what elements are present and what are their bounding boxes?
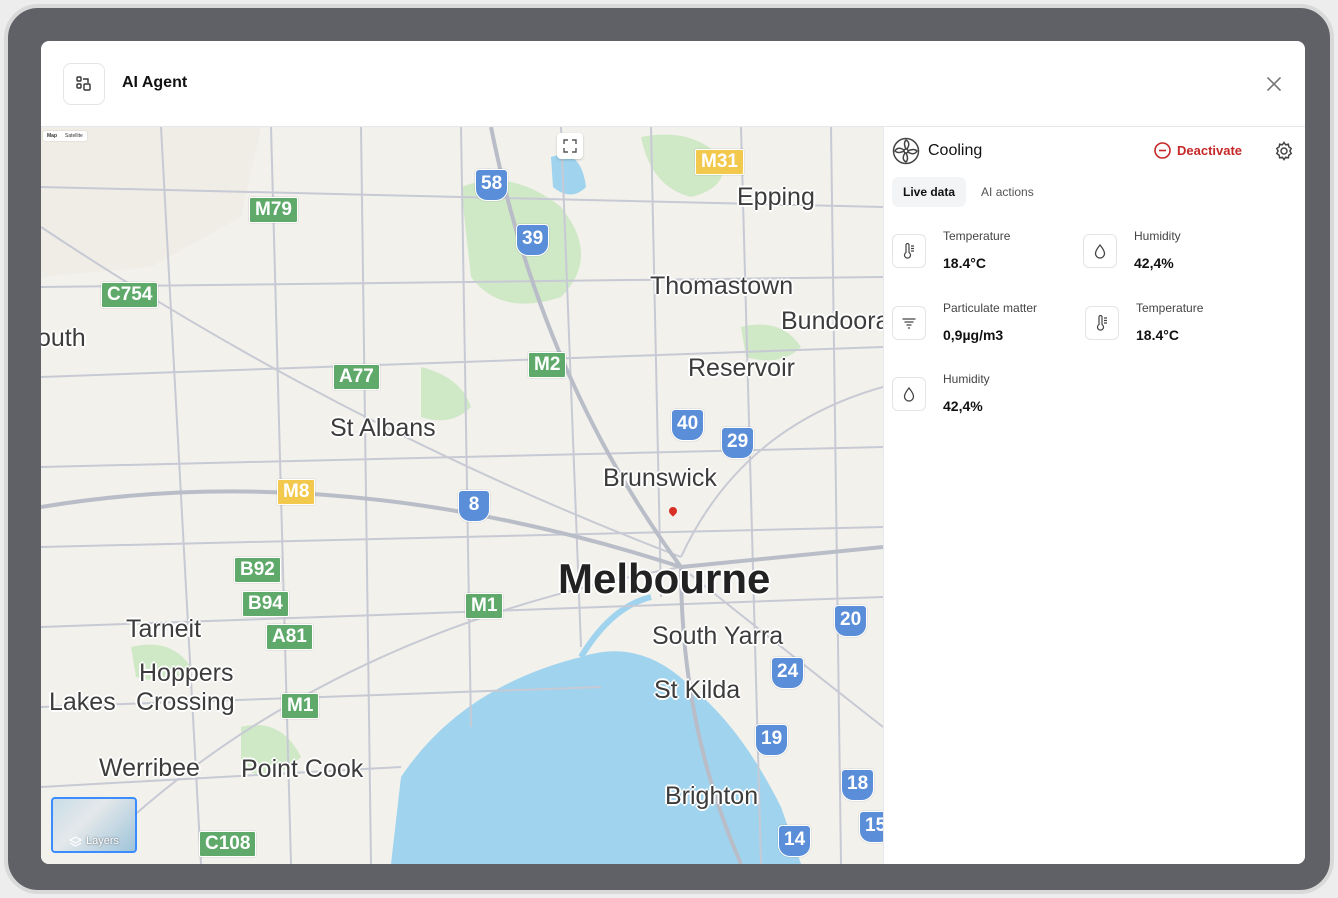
place-label: Point Cook — [241, 755, 364, 783]
place-label: Tarneit — [126, 615, 202, 643]
metric-label: Particulate matter — [943, 301, 1038, 315]
fan-icon — [892, 137, 920, 165]
modal-title: AI Agent — [122, 74, 188, 91]
metric-label: Humidity — [1134, 229, 1181, 243]
road-shield: 8 — [458, 490, 490, 522]
metric-card: Humidity 42,4% — [1083, 228, 1273, 278]
metric-value: 42,4% — [943, 398, 983, 414]
panel-title: Cooling — [928, 142, 983, 159]
agent-icon — [63, 63, 105, 105]
place-label: Lakes — [49, 688, 116, 716]
metric-card: Particulate matter 0,9µg/m3 — [892, 300, 1082, 350]
layers-button[interactable]: Layers — [51, 797, 137, 853]
road-shield: C108 — [199, 831, 257, 857]
close-icon — [1267, 77, 1281, 91]
map-type-satellite[interactable]: Satellite — [61, 131, 87, 141]
place-label: St Albans — [330, 414, 436, 442]
road-shield: 29 — [721, 427, 755, 459]
gear-icon[interactable] — [1274, 141, 1294, 161]
road-shield: A77 — [333, 364, 380, 390]
road-shield: 15 — [859, 811, 883, 843]
layers-label: Layers — [86, 835, 120, 847]
place-label: Epping — [737, 183, 815, 211]
place-label: Brunswick — [603, 464, 717, 492]
deactivate-button[interactable]: Deactivate — [1154, 142, 1242, 159]
panel-tabs: Live data AI actions — [892, 177, 1045, 207]
road-shield: 14 — [778, 825, 812, 857]
road-shield: M2 — [528, 352, 567, 378]
metric-value: 42,4% — [1134, 255, 1174, 271]
minus-circle-icon — [1154, 142, 1171, 159]
droplet-icon — [892, 377, 926, 411]
panel-header: Cooling Deactivate — [892, 135, 1298, 167]
road-shield: M1 — [281, 693, 320, 719]
road-shield: B92 — [234, 557, 281, 583]
map-type-map[interactable]: Map — [43, 131, 61, 141]
place-label: Thomastown — [650, 272, 794, 300]
fullscreen-button[interactable] — [557, 133, 583, 159]
road-shield: 18 — [841, 769, 875, 801]
thermometer-icon — [892, 234, 926, 268]
layers-icon — [69, 835, 82, 847]
place-label: Hoppers — [139, 659, 234, 687]
road-shield: B94 — [242, 591, 289, 617]
ai-agent-modal: AI Agent Map Satellite Epping Thomastown… — [41, 41, 1305, 864]
metric-card: Humidity 42,4% — [892, 371, 1082, 421]
device-panel: Cooling Deactivate Live data AI actions — [883, 127, 1305, 864]
map-view[interactable]: Map Satellite Epping Thomastown Bundoora… — [41, 127, 883, 864]
road-shield: M31 — [695, 149, 744, 175]
metric-value: 0,9µg/m3 — [943, 327, 1004, 343]
road-shield: C754 — [101, 282, 159, 308]
place-label: outh — [41, 324, 86, 352]
place-label: Bundoora — [781, 307, 883, 335]
metric-card: Temperature 18.4°C — [1085, 300, 1275, 350]
metric-label: Temperature — [1136, 301, 1204, 315]
metric-label: Temperature — [943, 229, 1011, 243]
place-label: Crossing — [136, 688, 235, 716]
thermometer-icon — [1085, 306, 1119, 340]
droplet-icon — [1083, 234, 1117, 268]
tab-ai-actions[interactable]: AI actions — [970, 177, 1045, 207]
metric-card: Temperature 18.4°C — [892, 228, 1082, 278]
road-shield: M1 — [465, 593, 504, 619]
expand-icon — [563, 139, 577, 153]
place-label: Reservoir — [688, 354, 795, 382]
place-label: Werribee — [99, 754, 200, 782]
road-shield: 40 — [671, 409, 705, 441]
road-shield: 24 — [771, 657, 805, 689]
device-frame: AI Agent Map Satellite Epping Thomastown… — [4, 4, 1334, 894]
place-label: South Yarra — [652, 622, 784, 650]
road-shield: A81 — [266, 624, 313, 650]
road-shield: 20 — [834, 605, 868, 637]
road-shield: 58 — [475, 169, 509, 201]
road-shield: 19 — [755, 724, 789, 756]
close-button[interactable] — [1263, 73, 1285, 95]
place-label: St Kilda — [654, 676, 741, 704]
metric-value: 18.4°C — [943, 255, 986, 271]
tab-live-data[interactable]: Live data — [892, 177, 967, 207]
road-shield: M79 — [249, 197, 298, 223]
map-type-toggle[interactable]: Map Satellite — [43, 131, 87, 141]
place-label: Brighton — [665, 782, 759, 810]
filter-icon — [892, 306, 926, 340]
modal-header: AI Agent — [41, 41, 1305, 127]
deactivate-label: Deactivate — [1177, 143, 1243, 158]
road-shield: 39 — [516, 224, 550, 256]
place-label: Melbourne — [558, 555, 771, 602]
metric-value: 18.4°C — [1136, 327, 1179, 343]
road-shield: M8 — [277, 479, 316, 505]
metric-label: Humidity — [943, 372, 990, 386]
